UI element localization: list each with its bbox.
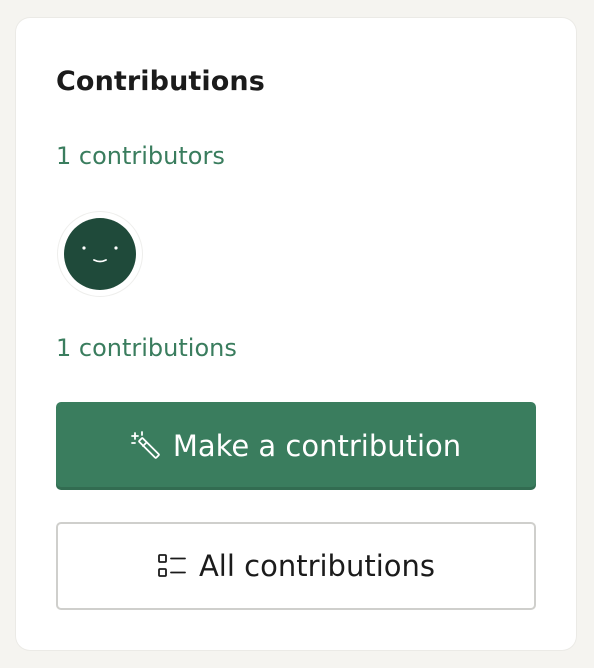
contributions-card: Contributions 1 contributors 1 contribut…	[16, 18, 576, 650]
smiley-face-icon	[64, 218, 136, 290]
magic-wand-icon	[130, 431, 161, 461]
list-icon	[157, 551, 187, 581]
avatar[interactable]	[58, 212, 142, 296]
contributions-link[interactable]: 1 contributions	[56, 334, 237, 362]
contributors-link[interactable]: 1 contributors	[56, 142, 225, 170]
all-contributions-button[interactable]: All contributions	[56, 522, 536, 610]
make-contribution-label: Make a contribution	[172, 429, 462, 463]
all-contributions-label: All contributions	[198, 549, 436, 583]
panel-title: Contributions	[56, 66, 265, 97]
make-contribution-button[interactable]: Make a contribution	[56, 402, 536, 490]
